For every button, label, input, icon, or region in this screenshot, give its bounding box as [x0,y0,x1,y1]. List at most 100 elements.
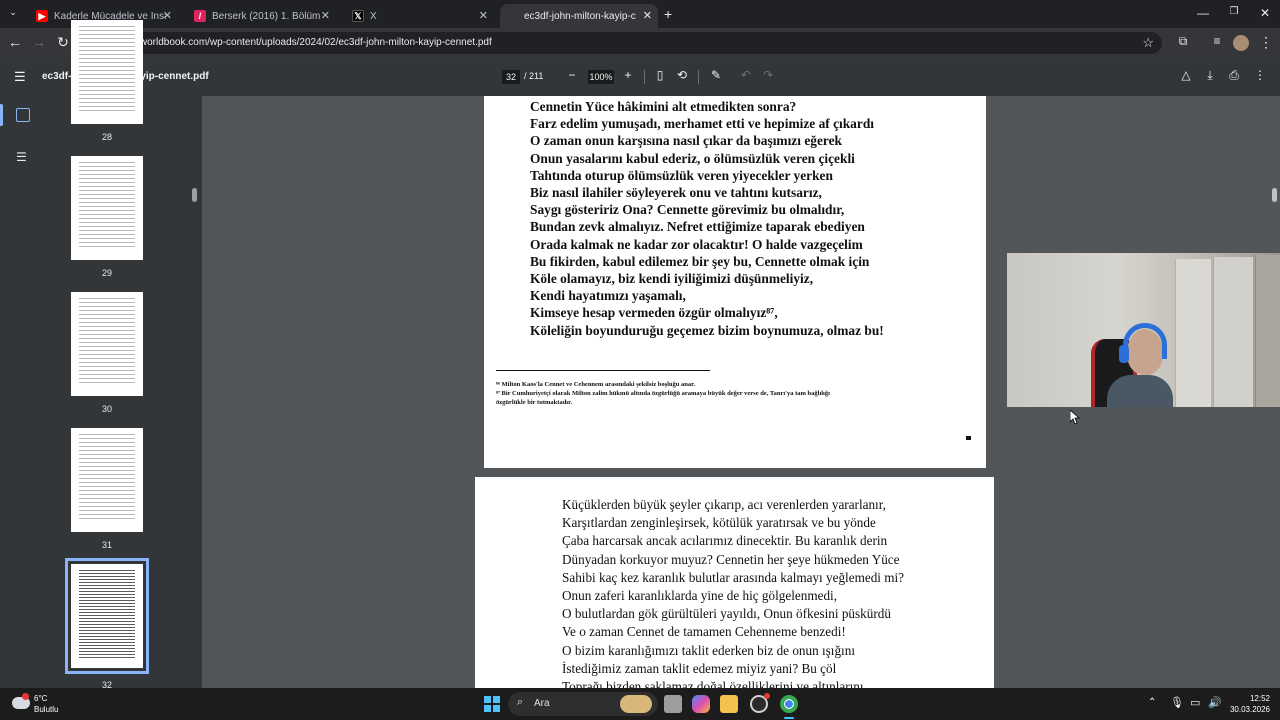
back-icon[interactable]: ← [6,34,24,50]
active-app-indicator [784,717,794,719]
wardrobe-door [1213,257,1253,407]
poem-line: O bizim karanlığımızı taklit ederken biz… [562,642,855,658]
divider [698,70,699,84]
drive-icon[interactable]: △ [1178,68,1194,82]
thumbnail-label: 29 [101,268,112,278]
person-body [1107,375,1173,407]
display-icon[interactable]: ▭ [1190,696,1200,709]
search-icon: ⌕ [517,696,524,708]
undo-icon[interactable]: ↶ [738,68,754,82]
close-icon[interactable]: ✕ [643,9,652,22]
search-highlight-image [620,695,652,713]
file-explorer-icon[interactable] [720,695,738,713]
thumbnail-label: 28 [101,132,112,142]
more-options-icon[interactable]: ⋮ [1252,68,1268,82]
taskbar: 6°C Bulutlu ⌕ Ara ⌃ 🎙 ▭ 🔊 12:52 30.03.20… [0,688,1280,720]
thumbnail-page[interactable] [71,156,143,260]
thumbnail-page[interactable] [71,292,143,396]
fit-page-icon[interactable]: ▯ [652,68,668,82]
poem-line: Sahibi kaç kez karanlık bulutlar arasınd… [562,569,905,585]
pdf-page: Küçüklerden büyük şeyler çıkarıp, acı ve… [475,477,994,688]
outline-view-icon[interactable]: ☰ [16,150,27,164]
download-icon[interactable]: ⤓ [1202,68,1218,83]
reading-list-icon[interactable]: ≡ [1208,34,1226,48]
page-number-input[interactable]: 32 [502,70,520,84]
tab-search-button[interactable]: ⌄ [6,7,20,21]
tab-title: X [370,10,377,22]
pdf-page: Cennetin Yüce hâkimini alt etmedikten so… [484,96,986,468]
copilot-icon[interactable] [692,695,710,713]
footnote: özgürlükle bir tutmaktadır. [496,399,573,406]
footnote: ⁸⁷ Bir Cumhuriyetçi olarak Milton zalim … [496,390,830,397]
poem-line: Bu fikirden, kabul edilemez bir şey bu, … [530,253,870,269]
thumbnail-panel: 28 29 30 31 32 [46,20,202,690]
close-icon[interactable]: ✕ [479,9,488,22]
hamburger-menu-icon[interactable]: ☰ [14,69,26,85]
poem-line: Onun zaferi karanlıklarda yine de hiç gö… [562,588,837,604]
thumbnails-view-icon[interactable] [16,108,30,122]
footnote: ⁸⁶ Milton Kaos'la Cennet ve Cehennem ara… [496,381,696,388]
weather-widget[interactable]: 6°C Bulutlu [34,693,58,715]
site-icon: / [194,10,206,22]
start-windows-icon[interactable] [484,696,500,712]
reload-icon[interactable]: ↻ [54,34,72,51]
thumbnail-scrollbar[interactable] [192,188,197,202]
chrome-icon[interactable] [780,695,798,713]
zoom-input[interactable]: 100% [588,70,614,84]
zoom-in-icon[interactable]: + [620,68,636,82]
restore-icon[interactable]: ❐ [1219,6,1249,17]
page-total: / 211 [524,71,544,81]
tab-x[interactable]: 𝕏 X ✕ [342,4,494,28]
poem-line: Farz edelim yumuşadı, merhamet etti ve h… [530,116,874,132]
thumbnail-page[interactable] [71,20,143,124]
volume-icon[interactable]: 🔊 [1208,696,1222,709]
extensions-icon[interactable]: ⧉ [1174,34,1192,49]
redo-icon[interactable]: ↷ [760,68,776,82]
poem-line: O bulutlardan gök gürültüleri yayıldı, O… [562,606,891,622]
menu-kebab-icon[interactable]: ⋮ [1257,34,1275,51]
taskbar-search[interactable]: ⌕ Ara [508,692,658,716]
x-icon: 𝕏 [352,10,364,22]
wardrobe-door [1255,255,1280,407]
poem-text: Cennetin Yüce hâkimini alt etmedikten so… [530,98,884,339]
poem-line: Köleliğin boyunduruğu geçemez bizim boyn… [530,322,884,338]
thumbnail-page-selected[interactable] [65,558,149,674]
forward-icon[interactable]: → [30,34,48,50]
new-tab-button[interactable]: + [664,6,672,22]
headphone-ear [1119,345,1129,363]
zoom-out-icon[interactable]: − [564,68,580,82]
page-mark [966,436,971,440]
search-label: Ara [534,698,550,709]
poem-line: O zaman onun karşısına nasıl çıkar da ba… [530,133,842,149]
print-icon[interactable]: ⎙ [1226,68,1242,83]
rotate-icon[interactable]: ⟲ [674,68,690,82]
task-view-icon[interactable] [664,695,682,713]
wardrobe-door [1175,259,1211,407]
recording-badge [764,693,770,699]
weather-desc: Bulutlu [34,705,59,714]
poem-line: Cennetin Yüce hâkimini alt etmedikten so… [530,99,797,114]
youtube-icon: ▶ [36,10,48,22]
address-bar[interactable]: ⚙ gmworldbook.com/wp-content/uploads/202… [102,32,1162,54]
tab-pdf[interactable]: ec3df-john-milton-kayip-cenne ✕ [500,4,658,28]
webcam-overlay [1007,253,1280,407]
poem-line: Onun yasalarını kabul ederiz, o ölümsüzl… [530,150,855,166]
viewer-scroll-thumb[interactable] [1272,188,1277,202]
minimize-icon[interactable]: — [1188,6,1218,20]
close-window-icon[interactable]: ✕ [1250,6,1280,20]
tray-chevron-icon[interactable]: ⌃ [1148,697,1156,708]
bookmark-star-icon[interactable]: ☆ [1142,35,1154,51]
system-clock[interactable]: 12:52 30.03.2026 [1230,693,1270,715]
thumbnail-page[interactable] [71,428,143,532]
footnotes: ⁸⁶ Milton Kaos'la Cennet ve Cehennem ara… [496,380,830,407]
tab-berserk[interactable]: / Berserk (2016) 1. Bölüm İzle - A ✕ [184,4,336,28]
annotate-icon[interactable]: ✎ [708,68,724,82]
poem-line: Köle olamayız, biz kendi iyiliğimizi düş… [530,271,814,287]
divider [644,70,645,84]
poem-line: Toprağı bizden saklamaz doğal özellikler… [562,679,864,688]
close-icon[interactable]: ✕ [163,9,172,22]
active-indicator [0,104,3,126]
avatar[interactable] [1233,35,1249,51]
microphone-icon[interactable]: 🎙 [1170,696,1184,709]
close-icon[interactable]: ✕ [321,9,330,22]
